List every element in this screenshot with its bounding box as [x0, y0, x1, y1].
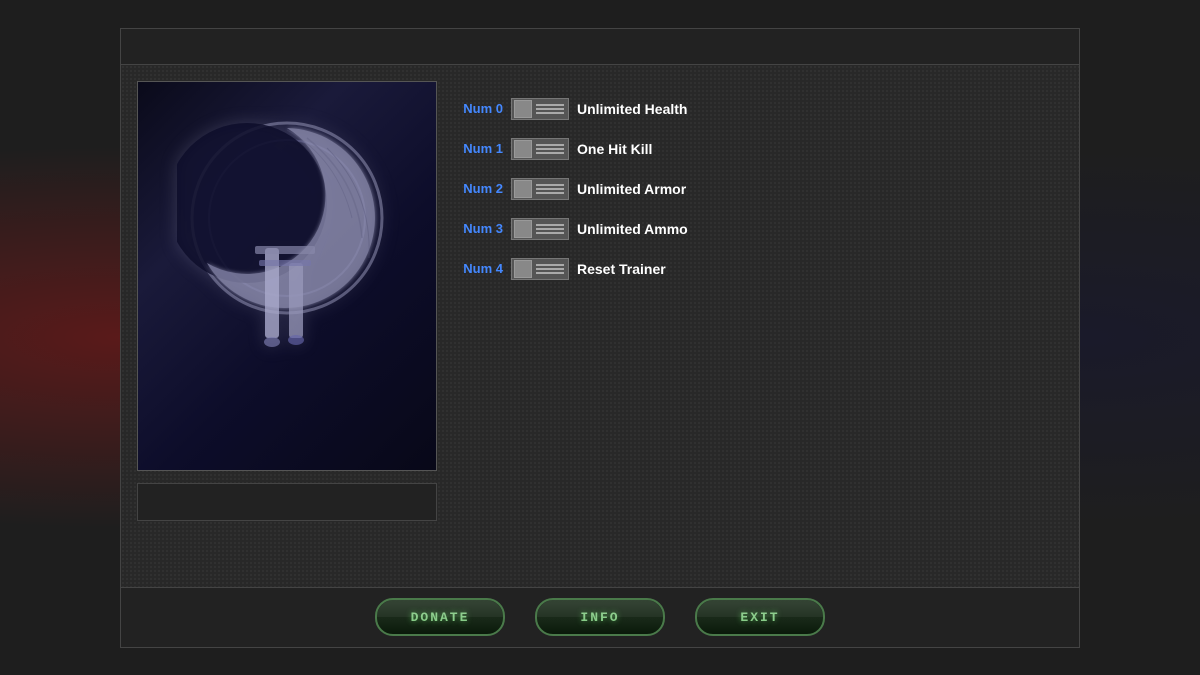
left-panel	[137, 81, 437, 571]
content-area: Num 0Unlimited HealthNum 1One Hit KillNu…	[121, 65, 1079, 587]
cheat-toggle-lines-2	[536, 184, 564, 194]
toggle-line-4-1	[536, 268, 564, 270]
cheat-row-1: Num 1 One Hit Kill	[457, 131, 1063, 167]
main-window: Num 0Unlimited HealthNum 1One Hit KillNu…	[120, 28, 1080, 648]
cheat-toggle-lines-0	[536, 104, 564, 114]
toggle-line-1-2	[536, 152, 564, 154]
cheats-panel: Num 0Unlimited HealthNum 1One Hit KillNu…	[457, 81, 1063, 571]
cheat-label-2: Unlimited Armor	[577, 181, 686, 197]
toggle-line-0-1	[536, 108, 564, 110]
title-bar	[121, 29, 1079, 65]
toggle-line-1-0	[536, 144, 564, 146]
cheat-toggle-knob-1	[514, 140, 532, 158]
cheat-key-4: Num 4	[457, 261, 503, 276]
cheat-key-1: Num 1	[457, 141, 503, 156]
cheat-row-2: Num 2 Unlimited Armor	[457, 171, 1063, 207]
cheat-key-3: Num 3	[457, 221, 503, 236]
toggle-line-2-0	[536, 184, 564, 186]
cheat-toggle-1[interactable]	[511, 138, 569, 160]
cheat-row-4: Num 4 Reset Trainer	[457, 251, 1063, 287]
cheat-key-0: Num 0	[457, 101, 503, 116]
cheat-toggle-knob-4	[514, 260, 532, 278]
app-background: Num 0Unlimited HealthNum 1One Hit KillNu…	[0, 0, 1200, 675]
game-info-panel	[137, 483, 437, 521]
cheat-row-0: Num 0 Unlimited Health	[457, 91, 1063, 127]
toggle-line-2-2	[536, 192, 564, 194]
info-button-label: INFO	[580, 610, 619, 625]
cheat-label-3: Unlimited Ammo	[577, 221, 688, 237]
cheat-toggle-3[interactable]	[511, 218, 569, 240]
cheat-toggle-4[interactable]	[511, 258, 569, 280]
cheat-toggle-knob-0	[514, 100, 532, 118]
toggle-line-0-0	[536, 104, 564, 106]
toggle-line-4-2	[536, 272, 564, 274]
exit-button-label: EXIT	[740, 610, 779, 625]
toggle-line-1-1	[536, 148, 564, 150]
info-button[interactable]: INFO	[535, 598, 665, 636]
cheat-toggle-2[interactable]	[511, 178, 569, 200]
cheat-toggle-knob-3	[514, 220, 532, 238]
cheat-label-4: Reset Trainer	[577, 261, 666, 277]
cheat-toggle-knob-2	[514, 180, 532, 198]
cheat-label-0: Unlimited Health	[577, 101, 687, 117]
cheat-key-2: Num 2	[457, 181, 503, 196]
quake-logo	[177, 108, 397, 368]
cheat-toggle-lines-4	[536, 264, 564, 274]
cheat-toggle-0[interactable]	[511, 98, 569, 120]
toggle-line-3-0	[536, 224, 564, 226]
toggle-line-2-1	[536, 188, 564, 190]
donate-button[interactable]: DONATE	[375, 598, 505, 636]
bottom-bar: DONATE INFO EXIT	[121, 587, 1079, 647]
cheat-toggle-lines-3	[536, 224, 564, 234]
cheat-row-3: Num 3 Unlimited Ammo	[457, 211, 1063, 247]
toggle-line-4-0	[536, 264, 564, 266]
cheat-toggle-lines-1	[536, 144, 564, 154]
toggle-line-0-2	[536, 112, 564, 114]
donate-button-label: DONATE	[411, 610, 470, 625]
toggle-line-3-2	[536, 232, 564, 234]
exit-button[interactable]: EXIT	[695, 598, 825, 636]
cheat-label-1: One Hit Kill	[577, 141, 652, 157]
toggle-line-3-1	[536, 228, 564, 230]
game-cover	[137, 81, 437, 471]
